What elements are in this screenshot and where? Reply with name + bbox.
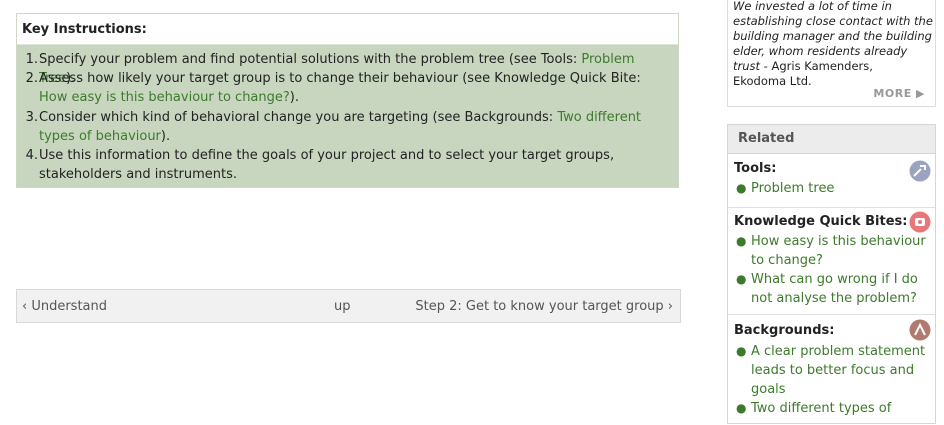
related-title: Related: [728, 125, 935, 154]
key-instructions-box: Key Instructions: 1. Specify your proble…: [16, 13, 679, 188]
backgrounds-icon: [909, 319, 931, 341]
backgrounds-heading: Backgrounds:: [734, 323, 835, 338]
related-panel: Related Tools: ● Problem tree Knowledge Q…: [727, 124, 936, 424]
more-link[interactable]: MORE ▶: [873, 87, 925, 100]
related-kqb-section: Knowledge Quick Bites: ● How easy is this…: [728, 207, 935, 315]
prev-page-link[interactable]: ‹ Understand: [22, 299, 107, 315]
next-page-link[interactable]: Step 2: Get to know your target group ›: [415, 299, 673, 315]
kqb-heading: Knowledge Quick Bites:: [734, 214, 908, 229]
up-link[interactable]: up: [334, 299, 351, 315]
knowledge-icon: [909, 211, 931, 233]
related-tools-section: Tools: ● Problem tree: [728, 154, 935, 208]
book-navigation: ‹ Understand up Step 2: Get to know your…: [16, 289, 681, 323]
key-instructions-title: Key Instructions:: [17, 14, 678, 45]
testimonial-box: We invested a lot of time in establishin…: [727, 0, 936, 107]
behaviour-change-link[interactable]: How easy is this behaviour to change?: [39, 90, 290, 105]
related-backgrounds-section: Backgrounds: ● A clear problem statement …: [728, 314, 935, 425]
testimonial-text: We invested a lot of time in establishin…: [733, 0, 933, 88]
tools-heading: Tools:: [734, 161, 777, 176]
